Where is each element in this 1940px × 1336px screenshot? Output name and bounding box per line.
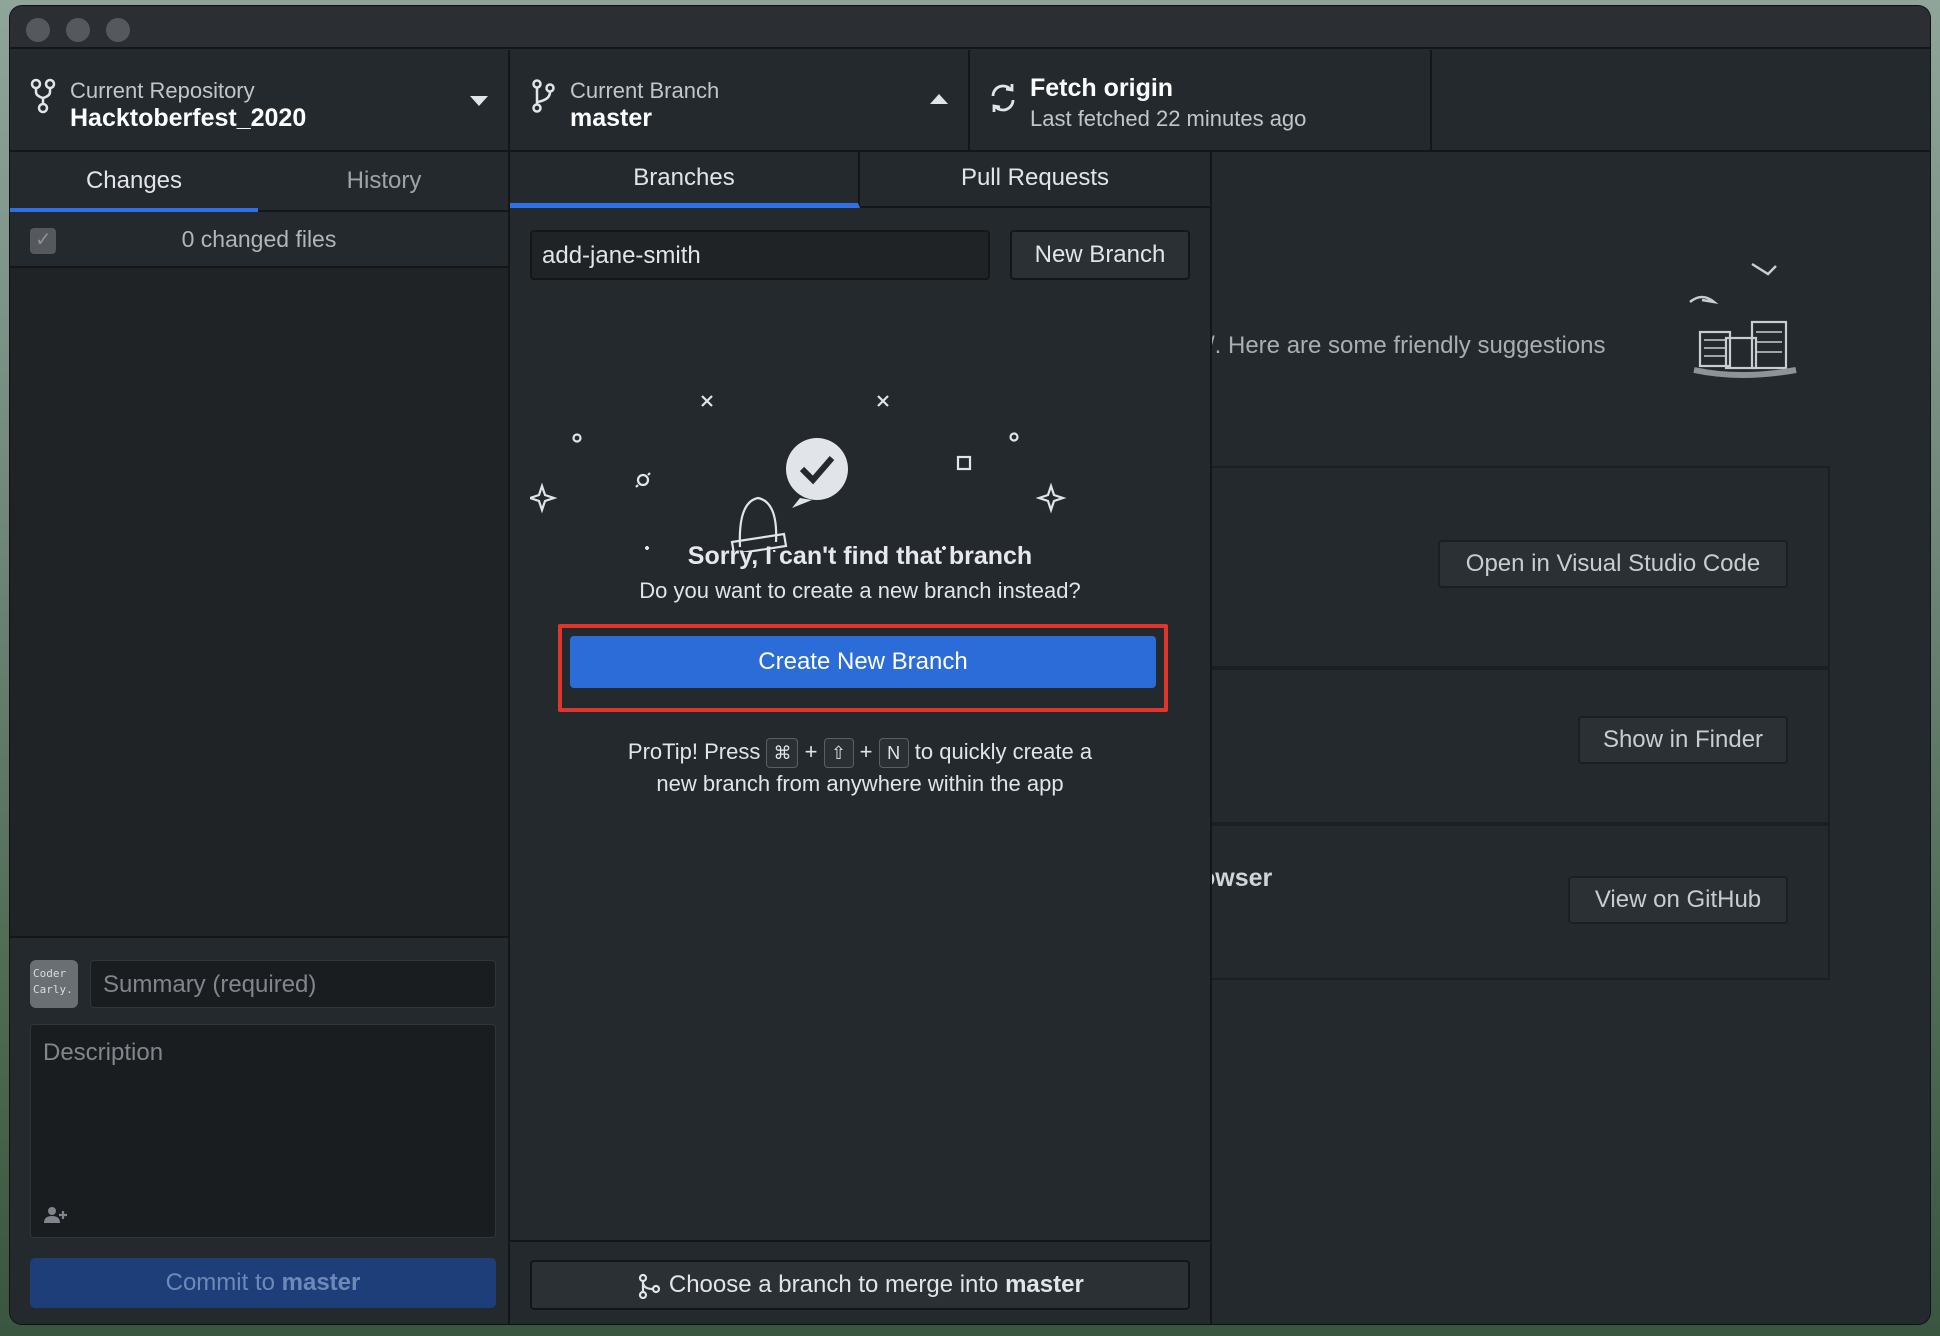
repo-icon xyxy=(30,78,56,114)
show-in-finder-button[interactable]: Show in Finder xyxy=(1578,716,1788,764)
tab-branches[interactable]: Branches xyxy=(510,152,860,208)
commit-branch: master xyxy=(281,1269,361,1296)
repo-name: Hacktoberfest_2020 xyxy=(70,104,307,132)
add-coauthor-icon[interactable] xyxy=(43,1205,69,1225)
branch-label: Current Branch xyxy=(570,78,720,103)
n-key: N xyxy=(878,738,909,769)
changed-files-count: 0 changed files xyxy=(181,226,337,252)
commit-button[interactable]: Commit to master xyxy=(30,1258,496,1308)
repo-label: Current Repository xyxy=(70,78,255,103)
commit-prefix: Commit to xyxy=(165,1269,282,1296)
tab-pull-requests[interactable]: Pull Requests xyxy=(860,152,1210,208)
protip-prefix: ProTip! Press xyxy=(627,739,761,764)
fetch-label: Fetch origin xyxy=(1030,74,1174,102)
title-bar xyxy=(10,6,1930,49)
fetch-origin-button[interactable]: Fetch origin Last fetched 22 minutes ago xyxy=(970,50,1432,150)
new-branch-button[interactable]: New Branch xyxy=(1010,230,1190,280)
merge-prefix: Choose a branch to merge into xyxy=(668,1271,1006,1298)
last-fetched-text: Last fetched 22 minutes ago xyxy=(1030,106,1307,131)
description-input[interactable]: Description xyxy=(30,1024,496,1238)
description-placeholder: Description xyxy=(43,1039,164,1066)
branch-icon xyxy=(532,79,555,113)
illustration-icon xyxy=(1689,262,1797,378)
branch-name: master xyxy=(570,104,652,132)
merge-icon xyxy=(639,1273,661,1299)
changed-files-header: 0 changed files xyxy=(10,212,508,268)
chevron-down-icon xyxy=(470,96,488,106)
close-window-button[interactable] xyxy=(26,18,50,42)
suggestions-text: /. Here are some friendly suggestions xyxy=(1208,332,1606,359)
no-branch-illustration xyxy=(530,395,1067,552)
sync-icon xyxy=(991,84,1015,112)
open-editor-card: Open in Visual Studio Code xyxy=(1190,466,1830,668)
commit-form: Coder Carly. Summary (required) Descripti… xyxy=(10,936,508,1324)
view-github-card: View on GitHub xyxy=(1190,824,1830,980)
empty-state-title: Sorry, I can't find that branch xyxy=(687,542,1033,570)
merge-footer: Choose a branch to merge into master xyxy=(510,1240,1210,1324)
dropdown-tabs: Branches Pull Requests xyxy=(510,152,1210,208)
zoom-window-button[interactable] xyxy=(106,18,130,42)
command-key: ⌘ xyxy=(766,738,799,769)
empty-state-subtitle: Do you want to create a new branch inste… xyxy=(639,578,1081,603)
changes-sidebar: Changes History 0 changed files CoderCar… xyxy=(10,152,510,1324)
chevron-up-icon xyxy=(930,94,948,104)
branch-dropdown: Branches Pull Requests add-jane-smith Ne… xyxy=(510,152,1212,1324)
create-new-branch-button[interactable]: Create New Branch xyxy=(570,636,1156,688)
protip-line2: new branch from anywhere within the app xyxy=(656,771,1064,797)
summary-input[interactable]: Summary (required) xyxy=(90,960,496,1008)
sidebar-tabs: Changes History xyxy=(10,152,508,212)
protip-text: ProTip! Press ⌘ + ⇧ + N to quickly creat… xyxy=(627,738,1093,797)
show-finder-card: Show in Finder xyxy=(1190,668,1830,824)
avatar: Coder Carly. xyxy=(30,960,78,1008)
toolbar: Current Repository Hacktoberfest_2020 Cu… xyxy=(10,50,1930,152)
tab-changes[interactable]: Changes xyxy=(10,152,258,212)
merge-into-branch-button[interactable]: Choose a branch to merge into master xyxy=(530,1260,1190,1310)
tab-history[interactable]: History xyxy=(260,152,508,212)
current-branch-dropdown[interactable]: Current Branch master xyxy=(510,50,970,150)
branch-filter-input[interactable]: add-jane-smith xyxy=(530,230,990,280)
minimize-window-button[interactable] xyxy=(66,18,90,42)
current-repository-dropdown[interactable]: Current Repository Hacktoberfest_2020 xyxy=(10,50,510,150)
app-window: Current Repository Hacktoberfest_2020 Cu… xyxy=(10,6,1930,1324)
protip-suffix: to quickly create a xyxy=(914,739,1093,764)
view-on-github-button[interactable]: View on GitHub xyxy=(1568,876,1788,924)
shift-key: ⇧ xyxy=(823,738,854,769)
no-changes-view: /. Here are some friendly suggestions Op… xyxy=(1190,152,1930,1324)
open-vscode-button[interactable]: Open in Visual Studio Code xyxy=(1438,540,1788,588)
merge-branch: master xyxy=(1005,1271,1084,1298)
